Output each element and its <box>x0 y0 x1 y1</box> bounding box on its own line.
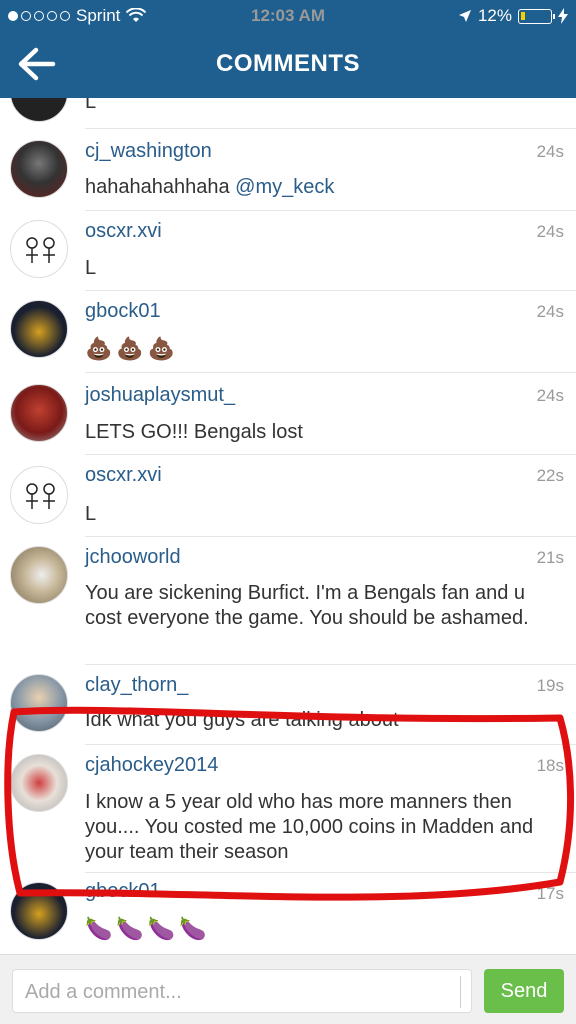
comment-input-placeholder: Add a comment... <box>25 981 182 1003</box>
comment-username[interactable]: cj_washington <box>85 140 212 163</box>
list-item: oscxr.xvi 24s L <box>0 210 576 290</box>
comment-time: 22s <box>536 466 564 485</box>
avatar[interactable] <box>10 140 68 198</box>
location-arrow-icon <box>458 10 471 22</box>
comment-time: 24s <box>536 302 564 321</box>
comment-username[interactable]: gbock01 <box>85 880 161 903</box>
avatar[interactable] <box>10 384 68 442</box>
list-item: joshuaplaysmut_ 24s LETS GO!!! Bengals l… <box>0 372 576 454</box>
comment-time: 18s <box>536 756 564 775</box>
avatar[interactable] <box>10 98 68 122</box>
list-item: gbock01 17s 🍆🍆🍆🍆 <box>0 872 576 954</box>
status-bar: Sprint 12:03 AM 12% <box>0 0 576 32</box>
status-right: 12% <box>458 6 568 26</box>
comment-time: 21s <box>536 548 564 567</box>
comment-time: 24s <box>536 386 564 405</box>
charging-icon <box>558 8 568 24</box>
comment-text: 🍆🍆🍆🍆 <box>85 916 211 941</box>
comment-username[interactable]: cjahockey2014 <box>85 754 218 777</box>
comment-username[interactable]: gbock01 <box>85 300 161 323</box>
comment-username[interactable]: jchooworld <box>85 546 181 569</box>
comment-text: I know a 5 year old who has more manners… <box>85 791 534 863</box>
avatar[interactable] <box>10 882 68 940</box>
battery-icon <box>518 8 555 24</box>
list-item: oscxr.xvi 22s L <box>0 454 576 536</box>
comment-composer: Add a comment... Send <box>0 954 576 1024</box>
comment-text: 💩💩💩 <box>85 336 180 361</box>
avatar[interactable] <box>10 546 68 604</box>
page-title: COMMENTS <box>216 50 360 77</box>
comment-text: L <box>85 257 97 279</box>
list-item: gbock01 24s 💩💩💩 <box>0 290 576 372</box>
list-item: cj_washington 24s hahahahahhaha @my_keck <box>0 128 576 210</box>
comment-time: 24s <box>536 222 564 241</box>
avatar[interactable] <box>10 754 68 812</box>
battery-percent: 12% <box>477 6 512 25</box>
list-item: clay_thorn_ 19s Idk what you guys are ta… <box>0 664 576 744</box>
comment-input[interactable]: Add a comment... <box>12 969 472 1013</box>
avatar[interactable] <box>10 300 68 358</box>
comment-list[interactable]: L cj_washington 24s hahahahahhaha @my_ke… <box>0 98 576 954</box>
list-item: cjahockey2014 18s I know a 5 year old wh… <box>0 744 576 872</box>
top-bar: Sprint 12:03 AM 12% COMMENTS <box>0 0 576 98</box>
comment-text: LETS GO!!! Bengals lost <box>85 421 303 443</box>
comment-text: L <box>85 98 97 113</box>
list-item: L <box>0 98 576 128</box>
comment-text: hahahahahhaha @my_keck <box>85 176 335 198</box>
comment-time: 17s <box>536 884 564 903</box>
comment-username[interactable]: oscxr.xvi <box>85 220 162 243</box>
avatar[interactable] <box>10 220 68 278</box>
comment-text: L <box>85 503 97 525</box>
comment-text: You are sickening Burfict. I'm a Bengals… <box>85 582 529 629</box>
comment-username[interactable]: oscxr.xvi <box>85 464 162 487</box>
comment-username[interactable]: clay_thorn_ <box>85 674 188 697</box>
avatar[interactable] <box>10 674 68 732</box>
send-button[interactable]: Send <box>484 969 564 1013</box>
comment-username[interactable]: joshuaplaysmut_ <box>85 384 235 407</box>
list-item: jchooworld 21s You are sickening Burfict… <box>0 536 576 664</box>
comment-time: 19s <box>536 676 564 695</box>
comment-text: Idk what you guys are talking about <box>85 709 399 731</box>
avatar[interactable] <box>10 466 68 524</box>
mention-link[interactable]: @my_keck <box>235 176 334 198</box>
comment-time: 24s <box>536 142 564 161</box>
